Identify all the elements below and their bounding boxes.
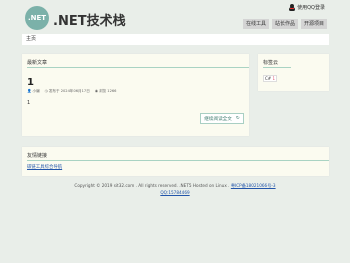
footer: Copyright © 2019 sit32.com . All rights … [0,182,350,196]
tag-item[interactable]: C# 1 [263,75,277,82]
post-excerpt: 1 [27,100,31,106]
site-title[interactable]: .NET技术栈 [53,10,126,29]
read-more-button[interactable]: 继续阅读全文 ↻ [200,113,244,124]
heading-divider [263,67,291,68]
qq-contact-link[interactable]: QQ:15784469 [160,190,189,195]
icp-link[interactable]: 粤ICP备18021066号-3 [231,183,276,188]
tag-cloud-heading: 标签云 [263,60,279,66]
post-date: ◷发布于 2024年06月17日 [44,89,90,93]
tag-count: 1 [272,76,275,81]
post-author: 👤小编 [27,89,40,93]
eye-icon: ◉ [94,89,98,93]
nav-webmaster-works[interactable]: 站长作品 [271,19,298,29]
latest-articles-panel: 最新文章 1 👤小编 ◷发布于 2024年06月17日 ◉浏览 1266 1 继… [22,54,249,136]
tag-cloud-panel: 标签云 C# 1 [258,54,329,91]
post-views: ◉浏览 1266 [94,89,117,93]
breadcrumb[interactable]: 主页 [22,34,329,45]
footer-line: Copyright © 2019 sit32.com . All rights … [0,182,350,189]
footer-line: QQ:15784469 [0,189,350,196]
heading-divider [27,67,249,68]
nav-open-source[interactable]: 开源项目 [300,19,327,29]
read-more-label: 继续阅读全文 [204,116,232,122]
heading-divider [27,160,329,161]
clock-icon: ◷ [44,89,48,93]
post-title[interactable]: 1 [27,77,34,88]
qq-login-link[interactable]: 使用QQ登录 [289,4,325,11]
user-icon: 👤 [27,89,32,93]
tag-name: C# [265,76,272,81]
qq-login-label: 使用QQ登录 [297,5,325,11]
refresh-arrow-icon: ↻ [235,116,240,121]
nav-online-tools[interactable]: 在线工具 [242,19,269,29]
friend-link[interactable]: 碳链工具综合导航 [27,164,62,170]
site-logo[interactable]: .NET [25,6,49,30]
qq-penguin-icon [289,4,296,11]
latest-articles-heading: 最新文章 [27,60,48,66]
top-nav: 在线工具 站长作品 开源项目 [242,19,327,29]
post-meta: 👤小编 ◷发布于 2024年06月17日 ◉浏览 1266 [27,89,116,94]
friend-links-heading: 友情链接 [27,153,48,159]
friend-links-panel: 友情链接 碳链工具综合导航 [22,147,329,176]
copyright-text: Copyright © 2019 sit32.com . All rights … [74,183,230,188]
